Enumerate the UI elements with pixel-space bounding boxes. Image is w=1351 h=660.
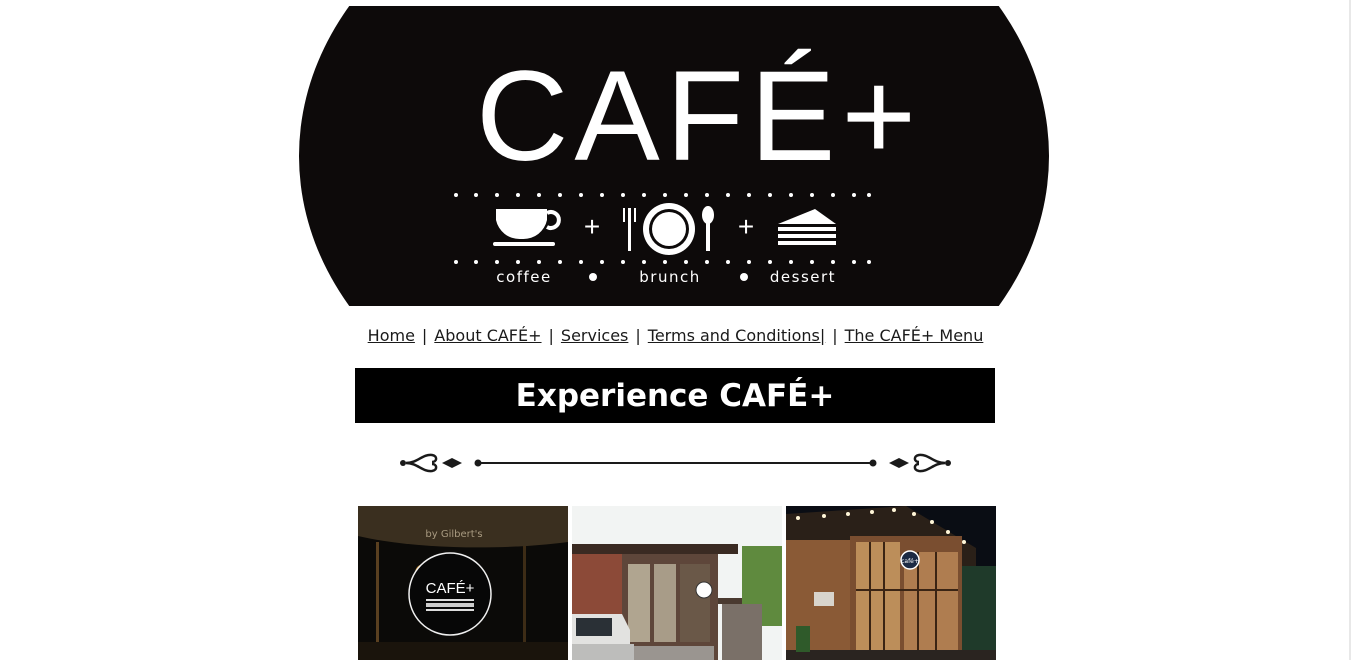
logo-plus-2: + <box>738 211 754 242</box>
logo-tagline-dessert: dessert <box>770 268 836 286</box>
logo-tagline-dot-1 <box>589 273 597 281</box>
coffee-cup-icon <box>493 209 561 246</box>
nav-separator: | <box>635 326 641 345</box>
gallery-photo-storefront-day[interactable] <box>572 506 782 660</box>
nav-separator: | <box>421 326 428 345</box>
page-banner: Experience CAFÉ+ <box>355 368 995 423</box>
logo-tagline-dot-2 <box>740 273 748 281</box>
logo-dot-row-top <box>454 193 871 197</box>
nav-separator: | <box>832 326 838 345</box>
site-logo[interactable]: CAFÉ+ + + coffee brunch dessert <box>299 6 1049 306</box>
nav-separator: | <box>548 326 554 345</box>
logo-tagline-brunch: brunch <box>639 268 700 286</box>
cake-slice-icon <box>778 209 836 245</box>
plate-cutlery-icon <box>623 203 714 255</box>
nav-link-about[interactable]: About CAFÉ+ <box>434 326 541 345</box>
nav-link-home[interactable]: Home <box>368 326 415 345</box>
photo-sign-text: CAFÉ+ <box>426 580 475 597</box>
main-nav: Home | About CAFÉ+ | Services | Terms and Cond… <box>0 324 1351 348</box>
ornamental-divider <box>400 453 951 473</box>
logo-tagline-coffee: coffee <box>496 268 551 286</box>
logo-dot-row-bottom <box>454 260 871 264</box>
gallery-photo-storefront-night[interactable]: café+ <box>786 506 996 660</box>
logo-plus-1: + <box>584 211 600 242</box>
logo-title: CAFÉ+ <box>476 45 922 188</box>
photo-sign-text: café+ <box>901 558 919 565</box>
banner-title: Experience CAFÉ+ <box>515 378 835 414</box>
nav-link-services[interactable]: Services <box>561 326 628 345</box>
nav-link-menu[interactable]: The CAFÉ+ Menu <box>845 326 984 345</box>
photo-overhead-text: by Gilbert's <box>425 529 482 540</box>
nav-link-terms[interactable]: Terms and Conditions| <box>648 326 825 345</box>
gallery-photo-night-sign[interactable]: by Gilbert's CAFÉ+ <box>358 506 568 660</box>
